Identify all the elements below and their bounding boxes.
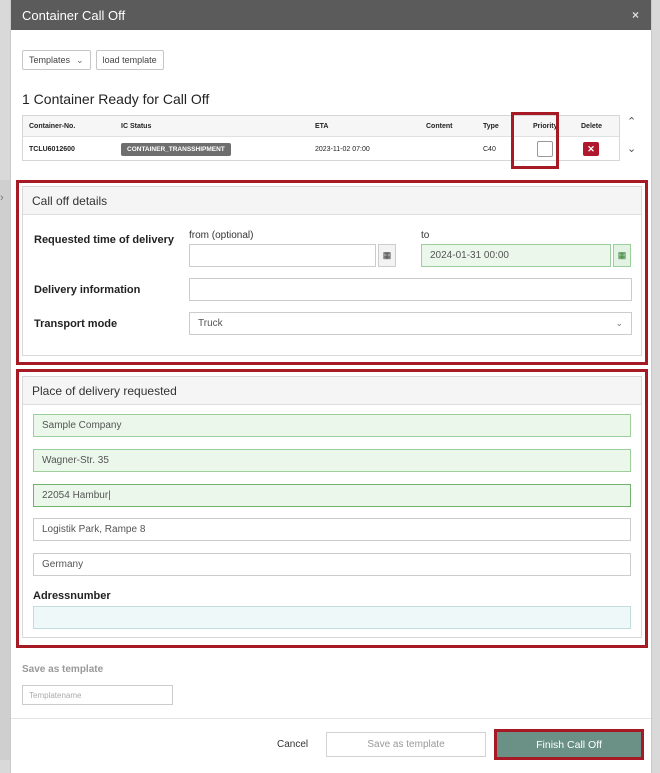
templates-dropdown[interactable]: Templates ⌄ — [22, 50, 91, 70]
table-header: Container-No. IC Status ETA Content Type… — [23, 116, 619, 137]
delete-cell: ✕ — [583, 137, 599, 161]
cell-eta: 2023-11-02 07:00 — [315, 145, 370, 153]
chevron-down-icon: ⌄ — [76, 54, 84, 65]
city-input[interactable]: 22054 Hambur | — [33, 484, 631, 507]
status-badge: CONTAINER_TRANSSHIPMENT — [121, 142, 231, 156]
calendar-icon[interactable]: ▦ — [613, 244, 631, 267]
chevron-down-icon[interactable]: ⌄ — [627, 142, 636, 155]
col-delete: Delete — [581, 122, 603, 130]
to-date-input[interactable]: 2024-01-31 00:00 — [421, 244, 611, 267]
backdrop-chevron-icon: › — [0, 192, 4, 204]
status-cell: CONTAINER_TRANSSHIPMENT — [121, 137, 231, 161]
close-icon[interactable]: × — [632, 8, 639, 22]
calendar-icon[interactable]: ▦ — [378, 244, 396, 267]
delivery-info-label: Delivery information — [34, 284, 141, 296]
dialog-titlebar: Container Call Off × — [11, 0, 651, 30]
country-input[interactable]: Germany — [33, 553, 631, 576]
template-toolbar: Templates ⌄ load template — [22, 50, 164, 70]
text-caret: | — [108, 490, 111, 501]
call-off-panel: Call off details Requested time of deliv… — [22, 186, 642, 356]
backdrop-page — [0, 180, 10, 760]
col-ic-status: IC Status — [121, 122, 152, 130]
col-eta: ETA — [315, 122, 329, 130]
table-row: TCLU6012600 CONTAINER_TRANSSHIPMENT 2023… — [23, 137, 619, 161]
chevron-down-icon: ⌄ — [615, 318, 623, 328]
finish-call-off-button[interactable]: Finish Call Off — [494, 729, 644, 760]
dialog-title: Container Call Off — [22, 7, 126, 23]
col-priority: Priority — [533, 122, 558, 130]
adressnumber-input[interactable] — [33, 606, 631, 629]
from-date-input[interactable] — [189, 244, 376, 267]
ready-title: 1 Container Ready for Call Off — [22, 91, 210, 107]
call-off-header: Call off details — [23, 187, 641, 215]
col-container-no: Container-No. — [29, 122, 76, 130]
priority-checkbox[interactable] — [537, 141, 553, 157]
container-table: Container-No. IC Status ETA Content Type… — [22, 115, 620, 161]
save-template-label: Save as template — [22, 664, 104, 675]
adressnumber-label: Adressnumber — [33, 590, 111, 602]
footer-divider — [11, 718, 651, 719]
city-value: 22054 Hambur — [42, 490, 109, 501]
chevron-up-icon[interactable]: ⌃ — [627, 115, 636, 128]
to-label: to — [421, 230, 430, 241]
transport-mode-select[interactable]: Truck ⌄ — [189, 312, 632, 335]
delivery-place-header: Place of delivery requested — [23, 377, 641, 405]
delete-icon[interactable]: ✕ — [583, 142, 599, 156]
save-as-template-button[interactable]: Save as template — [326, 732, 486, 757]
delivery-place-panel: Place of delivery requested Sample Compa… — [22, 376, 642, 638]
extra-address-input[interactable]: Logistik Park, Rampe 8 — [33, 518, 631, 541]
priority-cell — [537, 137, 553, 161]
delivery-info-input[interactable] — [189, 278, 632, 301]
call-off-dialog: Container Call Off × Templates ⌄ load te… — [10, 0, 652, 773]
street-input[interactable]: Wagner-Str. 35 — [33, 449, 631, 472]
from-label: from (optional) — [189, 230, 254, 241]
col-type: Type — [483, 122, 499, 130]
transport-mode-value: Truck — [198, 318, 223, 329]
cell-type: C40 — [483, 145, 496, 153]
template-name-input[interactable]: Templatename — [22, 685, 173, 705]
templates-dropdown-label: Templates — [29, 55, 71, 65]
requested-time-label: Requested time of delivery — [34, 234, 174, 246]
col-content: Content — [426, 122, 453, 130]
load-template-button[interactable]: load template — [95, 50, 164, 70]
table-scrollbar[interactable]: ⌃ ⌄ — [625, 115, 639, 161]
cell-container-no: TCLU6012600 — [29, 145, 75, 153]
company-input[interactable]: Sample Company — [33, 414, 631, 437]
cancel-button[interactable]: Cancel — [277, 739, 308, 750]
transport-mode-label: Transport mode — [34, 318, 118, 330]
